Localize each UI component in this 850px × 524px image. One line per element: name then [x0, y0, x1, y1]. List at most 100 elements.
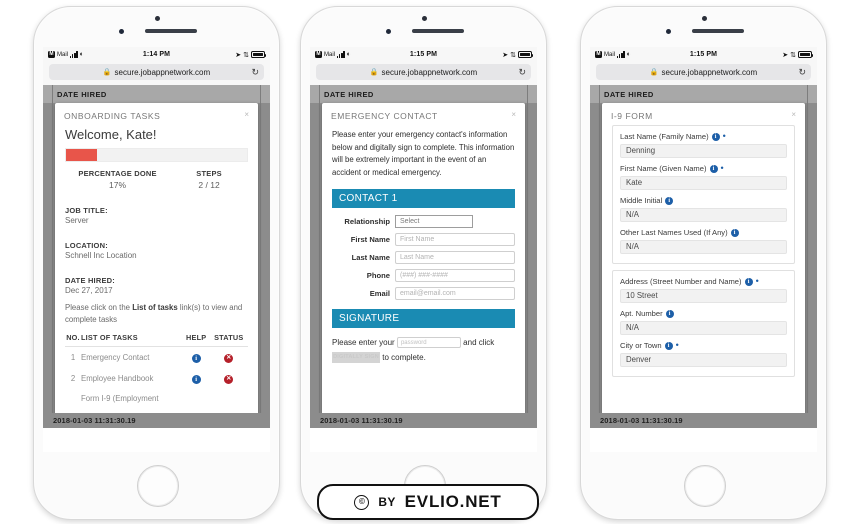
sig-pre-text: Please enter your [332, 337, 395, 347]
digitally-sign-button[interactable]: DIGITALLY SIGN [332, 352, 380, 364]
email-input[interactable]: email@email.com [395, 286, 515, 300]
row-number: 1 [70, 353, 76, 363]
fieldset-address: Address (Street Number and Name) i • 10 … [612, 270, 795, 377]
field-label: Email [369, 288, 390, 298]
row-number [65, 389, 81, 408]
ios-status-bar: M Mail ◐ 1:15 PM ➤ ⇅ [310, 47, 537, 62]
page-tab-date-hired[interactable]: DATE HIRED [43, 85, 270, 103]
watermark-site: EVLIO.NET [404, 492, 502, 511]
phone-screen-2: M Mail ◐ 1:15 PM ➤ ⇅ 🔒 secure.jobappnetw… [310, 47, 537, 452]
web-page-3: DATE HIRED I-9 FORM × Last Name (Family … [590, 85, 817, 428]
watermark-by: BY [378, 495, 396, 509]
reload-icon[interactable]: ↻ [518, 67, 526, 77]
label-text: Middle Initial [620, 196, 663, 205]
address-field[interactable]: 🔒 secure.jobappnetwork.com ↻ [316, 64, 531, 80]
page-divider-right [807, 85, 808, 428]
detail-label: LOCATION: [65, 241, 108, 250]
phone-screen-1: M Mail ◐ 1:14 PM ➤ ⇅ 🔒 secure.jobappnetw… [43, 47, 270, 452]
info-icon[interactable]: i [664, 341, 673, 350]
info-icon[interactable]: i [191, 353, 201, 363]
info-icon[interactable]: i [665, 309, 674, 318]
earpiece-speaker [144, 29, 197, 33]
info-icon[interactable]: i [665, 196, 674, 205]
modal-body: Last Name (Family Name) i • Denning Firs… [602, 125, 805, 391]
last-name-input[interactable]: Denning [620, 144, 787, 158]
home-button[interactable] [136, 465, 179, 507]
earpiece-speaker [411, 29, 464, 33]
browser-url-bar: 🔒 secure.jobappnetwork.com ↻ [43, 62, 270, 85]
detail-location: LOCATION: Schnell Inc Location [65, 241, 248, 260]
page-divider-left [599, 85, 600, 428]
close-icon[interactable]: × [244, 111, 249, 119]
reload-icon[interactable]: ↻ [251, 67, 259, 77]
status-bar-left: M Mail ◐ [48, 51, 143, 58]
detail-label: DATE HIRED: [65, 276, 115, 285]
status-bar-clock: 1:15 PM [689, 51, 718, 58]
earpiece-speaker [691, 29, 744, 33]
other-last-names-input[interactable]: N/A [620, 240, 787, 254]
task-link[interactable]: Employee Handbook [81, 368, 183, 389]
address-input[interactable]: 10 Street [620, 289, 787, 303]
last-name-input[interactable]: Last Name [395, 250, 515, 264]
status-incomplete-icon: ✕ [224, 354, 234, 364]
middle-initial-input[interactable]: N/A [620, 208, 787, 222]
phone-input[interactable]: (###) ###-#### [395, 268, 515, 282]
password-input[interactable]: password [396, 336, 461, 348]
url-host: secure.jobappnetwork.com [114, 67, 211, 77]
page-tab-date-hired[interactable]: DATE HIRED [590, 85, 817, 103]
home-button[interactable] [683, 465, 726, 507]
location-arrow-icon: ➤ [782, 51, 789, 59]
welcome-heading: Welcome, Kate! [65, 127, 157, 142]
instructions-text: Please enter your emergency contact's in… [332, 130, 515, 177]
table-header-row: NO. LIST OF TASKS HELP STATUS [65, 333, 248, 348]
info-icon[interactable]: i [711, 132, 720, 141]
proximity-sensor-icon [665, 29, 671, 34]
first-name-input[interactable]: Kate [620, 176, 787, 190]
detail-value: Schnell Inc Location [65, 251, 137, 260]
table-row[interactable]: 2 Employee Handbook i ✕ [65, 368, 248, 389]
table-row[interactable]: Form I-9 (Employment [65, 389, 248, 408]
phone-top-bezel [581, 7, 826, 47]
task-link[interactable]: Emergency Contact [81, 347, 183, 369]
progress-bar [65, 148, 248, 162]
info-icon[interactable]: i [744, 277, 753, 286]
phone-mockup-3: M Mail ◐ 1:15 PM ➤ ⇅ 🔒 secure.jobappnetw… [580, 6, 827, 520]
watermark-badge: © BY EVLIO.NET [317, 484, 539, 520]
page-footer-timestamp: 2018-01-03 11:31:30.19 [43, 413, 270, 428]
field-label: Last Name [351, 252, 390, 262]
mail-app-icon: M [315, 51, 322, 58]
info-icon[interactable]: i [709, 164, 718, 173]
relationship-select[interactable]: Select [395, 214, 473, 228]
field-label: Relationship [344, 216, 390, 226]
modal-header: I-9 FORM × [602, 103, 805, 125]
mail-back-label: Mail [57, 51, 69, 58]
field-label-other-last-names: Other Last Names Used (If Any) i [620, 228, 787, 237]
mail-back-label: Mail [604, 51, 616, 58]
status-bar-clock: 1:15 PM [409, 51, 438, 58]
city-or-town-input[interactable]: Denver [620, 353, 787, 367]
label-text: Last Name (Family Name) [620, 132, 709, 141]
first-name-input[interactable]: First Name [395, 232, 515, 246]
page-tab-date-hired[interactable]: DATE HIRED [310, 85, 537, 103]
label-text: City or Town [620, 341, 662, 350]
fieldset-name: Last Name (Family Name) i • Denning Firs… [612, 125, 795, 264]
info-icon[interactable]: i [730, 228, 739, 237]
close-icon[interactable]: × [791, 111, 796, 119]
help-cell: i [183, 347, 210, 369]
close-icon[interactable]: × [511, 111, 516, 119]
task-link[interactable]: Form I-9 (Employment [81, 389, 183, 408]
mail-app-icon: M [48, 51, 55, 58]
info-icon[interactable]: i [191, 374, 201, 384]
table-row[interactable]: 1 Emergency Contact i ✕ [65, 347, 248, 369]
signal-bars-icon [70, 51, 78, 58]
status-cell [209, 389, 248, 408]
signal-bars-icon [617, 51, 625, 58]
apt-number-input[interactable]: N/A [620, 321, 787, 335]
field-label-apt-number: Apt. Number i [620, 309, 787, 318]
browser-url-bar: 🔒 secure.jobappnetwork.com ↻ [590, 62, 817, 85]
status-bar-left: M Mail ◐ [595, 51, 690, 58]
address-field[interactable]: 🔒 secure.jobappnetwork.com ↻ [49, 64, 264, 80]
reload-icon[interactable]: ↻ [798, 67, 806, 77]
address-field[interactable]: 🔒 secure.jobappnetwork.com ↻ [596, 64, 811, 80]
hint-link[interactable]: List of tasks [132, 303, 178, 312]
